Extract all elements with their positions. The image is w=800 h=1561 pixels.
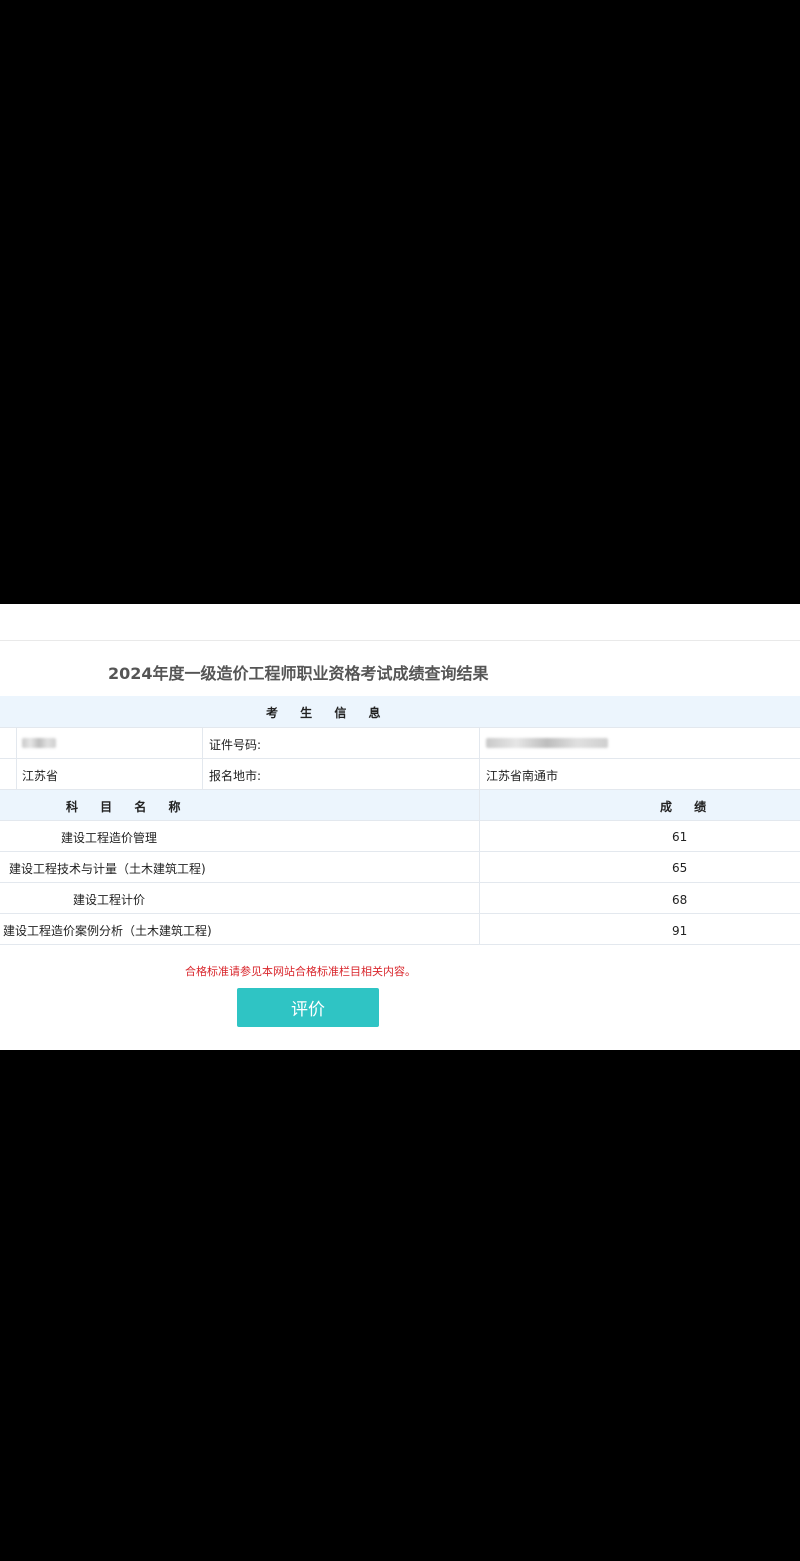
evaluate-button[interactable]: 评价	[237, 988, 379, 1027]
page-title: 2024年度一级造价工程师职业资格考试成绩查询结果	[108, 664, 489, 683]
score-header: 成 绩	[660, 800, 716, 814]
candidate-row-name-id: 证件号码:	[0, 728, 800, 759]
id-number-redacted	[486, 737, 608, 751]
candidate-name-redacted	[22, 737, 56, 751]
candidate-province: 江苏省	[22, 769, 59, 783]
subject-score: 91	[672, 924, 688, 938]
divider	[16, 728, 17, 790]
table-row: 建设工程造价管理 61	[0, 821, 800, 852]
candidate-info-label: 考 生 信 息	[266, 706, 390, 720]
id-number-label: 证件号码:	[209, 738, 262, 752]
subject-score: 68	[672, 893, 688, 907]
subject-name: 建设工程计价	[73, 893, 146, 907]
candidate-row-region: 江苏省 报名地市: 江苏省南通市	[0, 759, 800, 790]
divider	[479, 728, 480, 790]
top-divider	[0, 640, 800, 641]
subject-name: 建设工程造价管理	[61, 831, 158, 845]
divider	[479, 790, 480, 945]
divider	[202, 728, 203, 790]
scores-header: 科 目 名 称 成 绩	[0, 790, 800, 821]
subject-name: 建设工程技术与计量（土木建筑工程)	[9, 862, 206, 876]
city-value: 江苏省南通市	[486, 769, 559, 783]
table-row: 建设工程造价案例分析（土木建筑工程) 91	[0, 914, 800, 945]
result-panel: 2024年度一级造价工程师职业资格考试成绩查询结果 考 生 信 息 证件号码: …	[0, 604, 800, 1050]
subject-score: 65	[672, 861, 688, 875]
pass-standard-note: 合格标准请参见本网站合格标准栏目相关内容。	[185, 965, 416, 978]
candidate-info-header: 考 生 信 息	[0, 696, 800, 728]
subject-score: 61	[672, 830, 688, 844]
city-label: 报名地市:	[209, 769, 262, 783]
table-row: 建设工程技术与计量（土木建筑工程) 65	[0, 852, 800, 883]
subject-name: 建设工程造价案例分析（土木建筑工程)	[3, 924, 212, 938]
subject-header: 科 目 名 称	[66, 800, 190, 814]
table-row: 建设工程计价 68	[0, 883, 800, 914]
